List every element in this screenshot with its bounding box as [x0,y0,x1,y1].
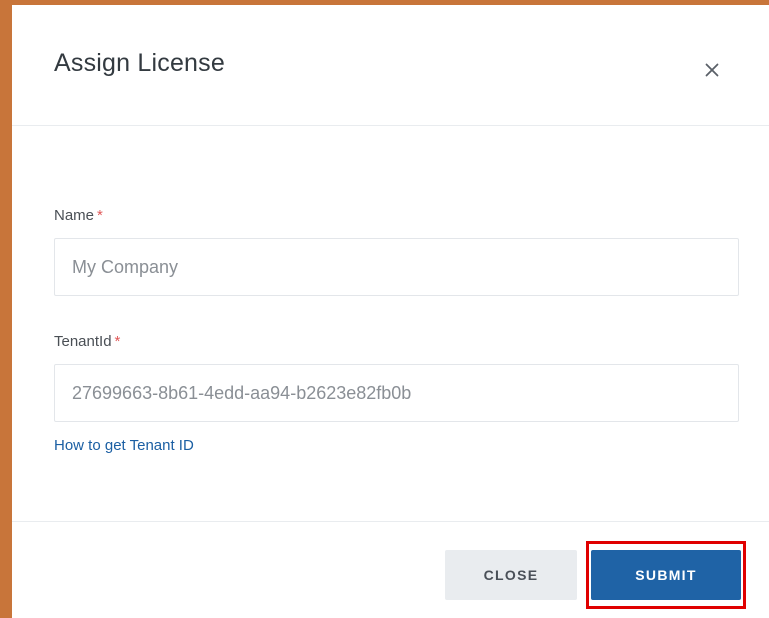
assign-license-dialog: Assign License Name* TenantId* How to ge… [12,5,769,618]
tenant-id-required-marker: * [114,333,121,350]
name-input[interactable] [54,238,739,296]
dialog-title: Assign License [54,49,225,77]
dialog-body: Name* TenantId* How to get Tenant ID [12,126,769,521]
window-frame: Assign License Name* TenantId* How to ge… [0,0,769,618]
close-icon[interactable] [697,55,727,85]
name-required-marker: * [97,207,103,224]
close-button[interactable]: CLOSE [445,550,577,600]
dialog-header: Assign License [12,5,769,126]
how-to-get-tenant-id-link[interactable]: How to get Tenant ID [54,437,194,454]
name-label: Name * [54,207,103,224]
tenant-id-label-text: TenantId [54,333,112,350]
tenant-id-label: TenantId * [54,333,120,350]
name-label-text: Name [54,207,95,224]
close-icon-glyph [705,63,719,77]
dialog-footer: CLOSE SUBMIT [12,521,769,618]
tenant-id-input[interactable] [54,364,739,422]
submit-button[interactable]: SUBMIT [591,550,741,600]
